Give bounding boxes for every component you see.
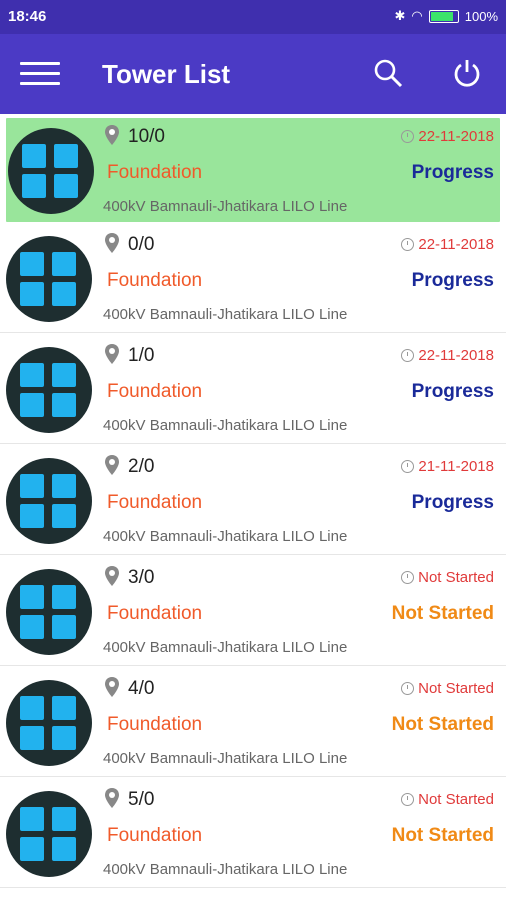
tower-number: 1/0 xyxy=(128,345,155,366)
date-text: 22-11-2018 xyxy=(418,236,494,253)
activity-label: Foundation xyxy=(107,270,203,291)
activity-label: Foundation xyxy=(107,603,203,624)
date-text: Not Started xyxy=(418,680,494,697)
page-title: Tower List xyxy=(102,59,231,89)
menu-icon[interactable] xyxy=(20,62,60,86)
clock-icon xyxy=(401,130,415,143)
bluetooth-icon: ✱ xyxy=(394,8,406,23)
search-icon[interactable] xyxy=(373,58,403,88)
clock-icon xyxy=(401,460,415,473)
tower-row[interactable]: 1/0 Foundation 400kV Bamnauli-Jhatikara … xyxy=(0,333,506,444)
status-label: Progress xyxy=(411,270,494,291)
tower-number: 0/0 xyxy=(128,234,155,255)
line-name: 400kV Bamnauli-Jhatikara LILO Line xyxy=(103,528,348,545)
location-pin-icon xyxy=(105,344,119,364)
status-label: Progress xyxy=(411,381,494,402)
date-stamp: 22-11-2018 xyxy=(401,128,494,145)
date-stamp: Not Started xyxy=(401,791,494,808)
line-name: 400kV Bamnauli-Jhatikara LILO Line xyxy=(103,306,348,323)
status-label: Progress xyxy=(411,162,494,183)
tower-row[interactable]: 3/0 Foundation 400kV Bamnauli-Jhatikara … xyxy=(0,555,506,666)
status-time: 18:46 xyxy=(8,8,47,25)
activity-label: Foundation xyxy=(107,714,203,735)
line-name: 400kV Bamnauli-Jhatikara LILO Line xyxy=(103,417,348,434)
status-label: Not Started xyxy=(391,825,494,846)
power-icon[interactable] xyxy=(452,58,482,88)
date-stamp: 22-11-2018 xyxy=(401,347,494,364)
location-pin-icon xyxy=(105,125,119,145)
line-name: 400kV Bamnauli-Jhatikara LILO Line xyxy=(103,639,348,656)
tower-avatar xyxy=(6,569,92,655)
tower-avatar xyxy=(6,680,92,766)
date-text: Not Started xyxy=(418,791,494,808)
battery-icon xyxy=(428,9,459,23)
activity-label: Foundation xyxy=(107,381,203,402)
tower-number: 5/0 xyxy=(128,789,155,810)
activity-label: Foundation xyxy=(107,825,203,846)
clock-icon xyxy=(401,682,415,695)
date-stamp: Not Started xyxy=(401,680,494,697)
tower-row[interactable]: 2/0 Foundation 400kV Bamnauli-Jhatikara … xyxy=(0,444,506,555)
tower-number: 3/0 xyxy=(128,567,155,588)
line-name: 400kV Bamnauli-Jhatikara LILO Line xyxy=(103,750,348,767)
tower-avatar xyxy=(6,458,92,544)
tower-number: 4/0 xyxy=(128,678,155,699)
tower-row[interactable]: 10/0 Foundation 400kV Bamnauli-Jhatikara… xyxy=(6,118,500,222)
date-stamp: Not Started xyxy=(401,569,494,586)
tower-avatar xyxy=(8,128,94,214)
tower-number: 2/0 xyxy=(128,456,155,477)
location-pin-icon xyxy=(105,455,119,475)
battery-level: 100% xyxy=(464,8,498,24)
clock-icon xyxy=(401,571,415,584)
clock-icon xyxy=(401,238,415,251)
tower-avatar xyxy=(6,236,92,322)
location-pin-icon xyxy=(105,677,119,697)
activity-label: Foundation xyxy=(107,162,203,183)
status-label: Progress xyxy=(411,492,494,513)
status-label: Not Started xyxy=(391,714,494,735)
status-bar: 18:46 ✱ ◠ 100% xyxy=(0,0,506,34)
location-pin-icon xyxy=(105,788,119,808)
clock-icon xyxy=(401,349,415,362)
date-text: Not Started xyxy=(418,569,494,586)
tower-list: 10/0 Foundation 400kV Bamnauli-Jhatikara… xyxy=(0,114,506,888)
date-stamp: 22-11-2018 xyxy=(401,236,494,253)
tower-row[interactable]: 5/0 Foundation 400kV Bamnauli-Jhatikara … xyxy=(0,777,506,888)
location-pin-icon xyxy=(105,566,119,586)
tower-row[interactable]: 0/0 Foundation 400kV Bamnauli-Jhatikara … xyxy=(0,222,506,333)
location-pin-icon xyxy=(105,233,119,253)
tower-avatar xyxy=(6,347,92,433)
status-label: Not Started xyxy=(391,603,494,624)
date-text: 22-11-2018 xyxy=(418,347,494,364)
tower-number: 10/0 xyxy=(128,126,165,147)
activity-label: Foundation xyxy=(107,492,203,513)
tower-avatar xyxy=(6,791,92,877)
app-bar: Tower List xyxy=(0,34,506,114)
tower-row[interactable]: 4/0 Foundation 400kV Bamnauli-Jhatikara … xyxy=(0,666,506,777)
date-text: 21-11-2018 xyxy=(418,458,494,475)
line-name: 400kV Bamnauli-Jhatikara LILO Line xyxy=(103,198,348,215)
clock-icon xyxy=(401,793,415,806)
date-stamp: 21-11-2018 xyxy=(401,458,494,475)
wifi-icon: ◠ xyxy=(411,8,423,23)
line-name: 400kV Bamnauli-Jhatikara LILO Line xyxy=(103,861,348,878)
date-text: 22-11-2018 xyxy=(418,128,494,145)
status-icons: ✱ ◠ 100% xyxy=(395,8,499,24)
